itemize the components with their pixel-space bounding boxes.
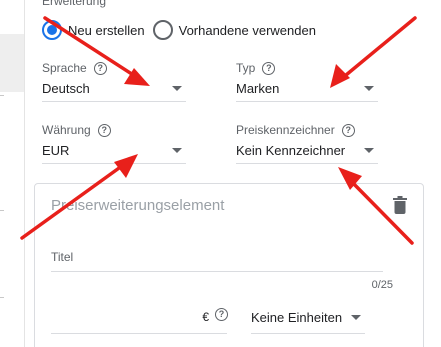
sprache-select[interactable]: Deutsch xyxy=(42,76,186,102)
left-rail-highlight xyxy=(0,34,24,92)
currency-symbol: € xyxy=(202,310,209,324)
left-rail-tick xyxy=(0,95,4,96)
sprache-label-text: Sprache xyxy=(42,61,87,75)
typ-value: Marken xyxy=(236,81,280,96)
preiskennzeichner-label-text: Preiskennzeichner xyxy=(236,123,335,137)
left-rail-tick xyxy=(0,297,4,298)
waehrung-select[interactable]: EUR xyxy=(42,138,186,164)
delete-icon[interactable] xyxy=(393,196,407,214)
help-icon[interactable]: ? xyxy=(215,308,228,321)
card-header: Preiserweiterungselement xyxy=(35,184,423,226)
left-rail xyxy=(0,0,24,347)
help-icon[interactable]: ? xyxy=(262,61,276,75)
dropdown-caret-icon xyxy=(172,86,182,91)
typ-label: Typ ? xyxy=(236,61,276,75)
sprache-value: Deutsch xyxy=(42,81,90,96)
unit-value: Keine Einheiten xyxy=(251,310,343,325)
annotation-arrow-typ xyxy=(338,16,417,82)
radio-vorhandene-verwenden[interactable]: Vorhandene verwenden xyxy=(152,20,316,40)
help-icon[interactable]: ? xyxy=(93,61,107,75)
waehrung-label: Währung ? xyxy=(42,123,111,137)
price-input[interactable]: € ? xyxy=(51,302,228,334)
radio-label: Neu erstellen xyxy=(68,22,145,38)
preiskennzeichner-select[interactable]: Kein Kennzeichner xyxy=(236,138,378,164)
title-input[interactable]: Titel xyxy=(51,244,383,272)
waehrung-value: EUR xyxy=(42,143,70,158)
title-char-counter: 0/25 xyxy=(371,279,393,291)
dropdown-caret-icon xyxy=(364,86,374,91)
waehrung-label-text: Währung xyxy=(42,123,91,137)
vertical-divider xyxy=(24,0,25,347)
dropdown-caret-icon xyxy=(172,148,182,153)
dropdown-caret-icon xyxy=(364,148,374,153)
price-extension-item-card: Preiserweiterungselement Titel 0/25 € ? … xyxy=(34,183,424,347)
radio-neu-erstellen[interactable]: Neu erstellen xyxy=(42,20,145,40)
help-icon[interactable]: ? xyxy=(97,123,111,137)
dropdown-caret-icon xyxy=(351,315,361,320)
sprache-label: Sprache ? xyxy=(42,61,107,75)
left-rail-tick xyxy=(0,210,4,211)
preiskennzeichner-value: Kein Kennzeichner xyxy=(236,143,346,158)
radio-unchecked-icon[interactable] xyxy=(152,20,173,40)
mode-radio-group: Neu erstellen Vorhandene verwenden xyxy=(42,20,324,40)
card-title: Preiserweiterungselement xyxy=(51,197,225,214)
help-icon[interactable]: ? xyxy=(341,123,355,137)
preiskennzeichner-label: Preiskennzeichner ? xyxy=(236,123,355,137)
section-label: Erweiterung xyxy=(42,0,107,8)
title-placeholder: Titel xyxy=(51,250,74,264)
radio-label: Vorhandene verwenden xyxy=(178,22,316,38)
unit-select[interactable]: Keine Einheiten xyxy=(251,302,365,334)
radio-checked-icon[interactable] xyxy=(42,20,62,40)
typ-label-text: Typ xyxy=(236,61,256,75)
typ-select[interactable]: Marken xyxy=(236,76,378,102)
